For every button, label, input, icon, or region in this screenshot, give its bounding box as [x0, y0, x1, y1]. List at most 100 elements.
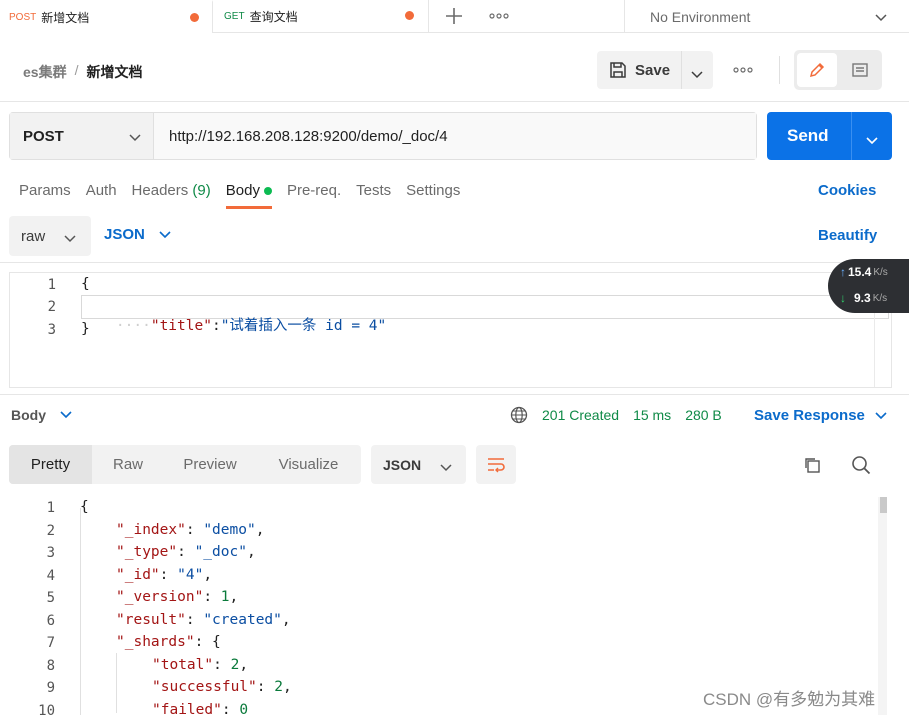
code-line: "failed": 0 — [152, 702, 248, 715]
json-colon: : — [177, 544, 195, 560]
tab-headers[interactable]: Headers (9) — [132, 182, 211, 209]
divider — [0, 101, 909, 102]
code-line: ····"title":"试着插入一条 id = 4" — [81, 298, 386, 351]
tab-raw[interactable]: Raw — [92, 445, 164, 484]
tab-pretty[interactable]: Pretty — [9, 445, 92, 484]
response-meta: 201 Created 15 ms 280 B — [510, 406, 722, 424]
cookies-link[interactable]: Cookies — [818, 182, 876, 199]
method-label: POST — [23, 127, 64, 145]
json-brace: { — [80, 499, 89, 515]
code-line: "_type": "_doc", — [116, 544, 256, 560]
tab-tests[interactable]: Tests — [356, 182, 391, 209]
beautify-link[interactable]: Beautify — [818, 227, 877, 244]
headers-count: (9) — [192, 182, 211, 199]
tab-preview[interactable]: Preview — [164, 445, 256, 484]
response-scrollbar[interactable] — [878, 497, 887, 715]
tab-title: 查询文档 — [249, 10, 298, 24]
divider — [0, 394, 909, 395]
json-colon: : — [203, 589, 221, 605]
upload-speed: 15.4 — [848, 265, 872, 279]
json-colon: : — [159, 566, 178, 583]
tab-prereq[interactable]: Pre-req. — [287, 182, 341, 209]
json-colon: : — [194, 634, 213, 650]
method-select[interactable]: POST — [10, 113, 154, 159]
chevron-down-icon — [129, 129, 141, 146]
json-comma: , — [255, 521, 265, 538]
json-colon: : — [211, 318, 221, 334]
line-number: 1 — [47, 277, 56, 293]
environment-selector[interactable]: No Environment — [624, 0, 909, 33]
breadcrumb-separator: / — [74, 62, 79, 78]
tab-visualize[interactable]: Visualize — [256, 445, 361, 484]
url-input[interactable]: http://192.168.208.128:9200/demo/_doc/4 — [154, 113, 756, 159]
tab-more-icon[interactable] — [486, 4, 512, 28]
json-key: "result" — [116, 611, 186, 628]
tab-body-label: Body — [225, 182, 260, 199]
json-value: "created" — [203, 611, 282, 628]
more-actions-icon[interactable] — [730, 58, 756, 82]
json-key: "title" — [150, 318, 212, 334]
breadcrumb-collection[interactable]: es集群 — [23, 62, 67, 82]
wrap-lines-icon[interactable] — [476, 445, 516, 484]
edit-pencil-icon[interactable] — [797, 53, 837, 87]
send-button[interactable]: Send — [767, 112, 892, 160]
line-number: 7 — [46, 635, 55, 651]
line-number: 8 — [46, 657, 55, 674]
status-code[interactable]: 201 Created — [542, 407, 619, 423]
response-view-tabs: Pretty Raw Preview Visualize — [9, 445, 361, 484]
json-colon: : — [256, 679, 275, 695]
scrollbar-thumb[interactable] — [880, 497, 887, 513]
json-value: "4" — [177, 566, 204, 583]
copy-icon[interactable] — [800, 453, 824, 477]
json-value: 0 — [239, 701, 249, 715]
search-icon[interactable] — [849, 453, 873, 477]
tab-title: 新增文档 — [41, 11, 90, 25]
response-body-select[interactable]: Body — [11, 407, 72, 423]
divider — [681, 51, 682, 89]
json-value: { — [212, 634, 221, 650]
body-indicator-dot-icon — [263, 187, 272, 196]
body-mode-select[interactable]: raw — [9, 216, 91, 256]
code-line: { — [80, 499, 89, 515]
chevron-down-icon — [159, 230, 171, 239]
save-button[interactable]: Save — [597, 51, 713, 89]
json-key: "failed" — [152, 701, 222, 715]
chevron-down-icon — [440, 459, 452, 475]
chevron-down-icon — [60, 411, 72, 419]
line-number: 6 — [46, 612, 55, 629]
response-size[interactable]: 280 B — [685, 407, 722, 423]
request-body-editor[interactable]: 1 2 3 { ····"title":"试着插入一条 id = 4" } — [9, 272, 892, 388]
speed-unit: K/s — [873, 266, 888, 278]
globe-icon[interactable] — [510, 406, 528, 424]
indent-guide — [80, 508, 81, 715]
body-language-select[interactable]: JSON — [104, 226, 171, 243]
json-key: "successful" — [152, 679, 257, 695]
line-number: 3 — [46, 545, 55, 561]
response-time[interactable]: 15 ms — [633, 407, 671, 423]
new-tab-plus-icon[interactable] — [442, 4, 466, 28]
network-speed-widget: ↑ 15.4 K/s ↓ 9.3 K/s — [828, 259, 909, 313]
line-number: 9 — [46, 680, 55, 696]
request-title[interactable]: 新增文档 — [86, 62, 142, 82]
divider — [779, 56, 780, 84]
send-options-chevron-icon[interactable] — [866, 132, 878, 148]
documentation-icon[interactable] — [840, 53, 880, 87]
tab-body[interactable]: Body — [225, 182, 273, 209]
json-value: 2 — [230, 656, 240, 673]
code-line: "successful": 2, — [152, 679, 292, 695]
save-response-button[interactable]: Save Response — [754, 407, 887, 424]
response-format-select[interactable]: JSON — [371, 445, 466, 484]
json-key: "_shards" — [116, 634, 195, 650]
save-options-chevron-icon[interactable] — [691, 66, 703, 82]
tab-settings[interactable]: Settings — [406, 182, 460, 209]
tab-get-query-doc[interactable]: GET 查询文档 — [213, 0, 429, 33]
code-brace: } — [81, 321, 90, 337]
tab-auth[interactable]: Auth — [86, 182, 117, 209]
tab-params[interactable]: Params — [19, 182, 71, 209]
watermark: CSDN @有多勉为其难 — [703, 690, 876, 709]
tab-post-new-doc[interactable]: POST 新增文档 — [0, 0, 213, 33]
json-colon: : — [185, 521, 204, 538]
environment-label: No Environment — [650, 8, 751, 25]
tab-bar: POST 新增文档 GET 查询文档 No Environment — [0, 0, 909, 33]
response-body-viewer[interactable]: 1 {2 "_index": "demo", 3 "_type": "_doc", 4 "_… — [0, 495, 878, 715]
